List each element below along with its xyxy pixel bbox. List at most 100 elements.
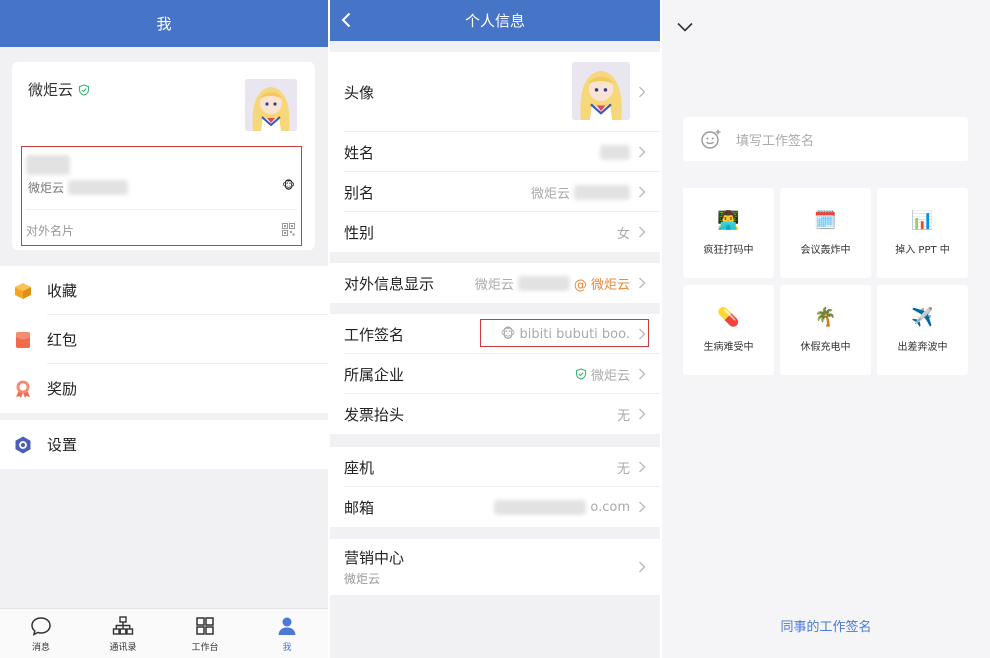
alias-value: 微炬云 [530, 186, 570, 202]
qr-code-icon[interactable] [282, 223, 295, 236]
row-value: 微炬云 [531, 183, 630, 202]
row-label: 工作签名 [344, 325, 405, 344]
row-label: 座机 [344, 458, 375, 477]
preset-sick[interactable]: 💊 生病难受中 [683, 285, 774, 375]
avatar-illustration [572, 62, 630, 120]
menu-group-settings: 设置 [0, 420, 328, 469]
profile-header: 个人信息 [330, 0, 660, 41]
row-invoice[interactable]: 发票抬头 无 [330, 394, 660, 434]
row-avatar[interactable]: 头像 [330, 52, 660, 132]
monkey-emoji-icon: 🐵 [282, 179, 295, 192]
external-display-company: @ 微炬云 [573, 277, 630, 293]
org-chart-icon [112, 615, 134, 635]
row-label: 所属企业 [344, 365, 405, 384]
chevron-right-icon [639, 561, 646, 573]
row-landline[interactable]: 座机 无 [330, 447, 660, 487]
row-value: o.com [494, 499, 630, 515]
grid-icon [196, 616, 214, 635]
preset-grid: 👨‍💻 疯狂打码中 🗓️ 会议轰炸中 📊 掉入 PPT 中 💊 生病难受中 🌴 … [683, 188, 968, 375]
menu-item-rewards[interactable]: 奖励 [0, 364, 328, 413]
menu-item-settings[interactable]: 设置 [0, 420, 328, 469]
box-icon [15, 282, 31, 299]
airplane-emoji-icon: ✈️ [911, 306, 934, 328]
card-name: 微炬云 [28, 81, 74, 99]
menu-item-red-envelope[interactable]: 红包 [0, 315, 328, 364]
tab-messages[interactable]: 消息 [0, 609, 82, 658]
avatar[interactable] [245, 79, 297, 131]
menu-label: 奖励 [47, 380, 78, 398]
menu-label: 收藏 [47, 282, 78, 300]
row-work-signature[interactable]: 工作签名 🐵 bibiti bubuti boo. [330, 314, 660, 354]
row-company[interactable]: 所属企业 微炬云 [330, 354, 660, 394]
external-info-group: 对外信息显示 微炬云 @ 微炬云 [330, 263, 660, 303]
preset-label: 疯狂打码中 [703, 244, 754, 256]
preset-travel[interactable]: ✈️ 出差奔波中 [877, 285, 968, 375]
colleague-signatures-link[interactable]: 同事的工作签名 [662, 616, 990, 635]
row-email[interactable]: 邮箱 o.com [330, 487, 660, 527]
chevron-right-icon [639, 461, 646, 473]
blurred-text [68, 180, 129, 195]
preset-meeting[interactable]: 🗓️ 会议轰炸中 [780, 188, 871, 278]
row-name[interactable]: 姓名 [330, 132, 660, 172]
page-title: 我 [156, 15, 172, 33]
row-marketing-center[interactable]: 营销中心 微炬云 [330, 539, 660, 595]
pill-emoji-icon: 💊 [717, 306, 740, 328]
signature-input[interactable]: 填写工作签名 [683, 117, 968, 161]
preset-vacation[interactable]: 🌴 休假充电中 [780, 285, 871, 375]
technologist-emoji-icon: 👨‍💻 [717, 209, 740, 231]
tab-label: 通讯录 [109, 642, 137, 653]
signature-panel: 填写工作签名 👨‍💻 疯狂打码中 🗓️ 会议轰炸中 📊 掉入 PPT 中 💊 生… [662, 0, 990, 658]
row-external-display[interactable]: 对外信息显示 微炬云 @ 微炬云 [330, 263, 660, 303]
row-gender[interactable]: 性别 女 [330, 212, 660, 252]
blurred-text [600, 144, 630, 160]
row-alias[interactable]: 别名 微炬云 [330, 172, 660, 212]
row-value: 微炬云 [575, 365, 630, 384]
blurred-name [26, 155, 70, 175]
row-value: 女 [616, 226, 630, 242]
tab-contacts[interactable]: 通讯录 [82, 609, 164, 658]
calendar-emoji-icon: 🗓️ [814, 209, 837, 231]
tab-label: 我 [282, 642, 292, 653]
me-header: 我 [0, 0, 328, 47]
row-value: 无 [616, 461, 630, 477]
blurred-text [574, 184, 630, 200]
chevron-right-icon [639, 146, 646, 158]
row-label: 营销中心 [344, 549, 405, 567]
profile-panel: 个人信息 头像 姓名 别名 微炬云 性别 女 对外信息显示 微炬云 @ 微炬云 … [330, 0, 660, 658]
tab-workbench[interactable]: 工作台 [164, 609, 246, 658]
card-name-row: 微炬云 [28, 79, 90, 100]
menu-label: 红包 [47, 331, 78, 349]
award-ribbon-icon [16, 380, 30, 398]
row-label: 对外信息显示 [344, 274, 435, 293]
blurred-text [494, 499, 587, 515]
menu-label: 设置 [47, 436, 78, 454]
signature-placeholder: 填写工作签名 [736, 133, 815, 149]
row-label: 头像 [344, 83, 375, 102]
tab-label: 消息 [31, 642, 50, 653]
row-label: 发票抬头 [344, 405, 405, 424]
person-icon [278, 617, 296, 635]
card-highlight-box: 微炬云 🐵 对外名片 [21, 146, 302, 246]
tab-me[interactable]: 我 [246, 609, 328, 658]
preset-coding[interactable]: 👨‍💻 疯狂打码中 [683, 188, 774, 278]
divider [26, 209, 297, 210]
preset-ppt[interactable]: 📊 掉入 PPT 中 [877, 188, 968, 278]
row-value: 🐵 bibiti bubuti boo. [501, 327, 631, 342]
marketing-group: 营销中心 微炬云 [330, 539, 660, 595]
profile-card[interactable]: 微炬云 微炬云 � [12, 62, 315, 250]
row-label: 性别 [344, 223, 375, 242]
external-card-label[interactable]: 对外名片 [26, 222, 74, 239]
bar-chart-emoji-icon: 📊 [911, 209, 934, 231]
row-subtitle: 微炬云 [344, 572, 381, 586]
chevron-right-icon [639, 501, 646, 513]
back-arrow-icon[interactable] [338, 11, 356, 29]
chevron-down-icon[interactable] [676, 20, 694, 34]
emoji-add-icon[interactable] [700, 128, 722, 150]
preset-label: 生病难受中 [703, 341, 754, 353]
menu-item-favorites[interactable]: 收藏 [0, 266, 328, 315]
chevron-right-icon [639, 277, 646, 289]
chevron-right-icon [639, 408, 646, 420]
company-value: 微炬云 [590, 368, 630, 384]
chat-bubble-icon [31, 616, 51, 636]
avatar [572, 62, 630, 120]
